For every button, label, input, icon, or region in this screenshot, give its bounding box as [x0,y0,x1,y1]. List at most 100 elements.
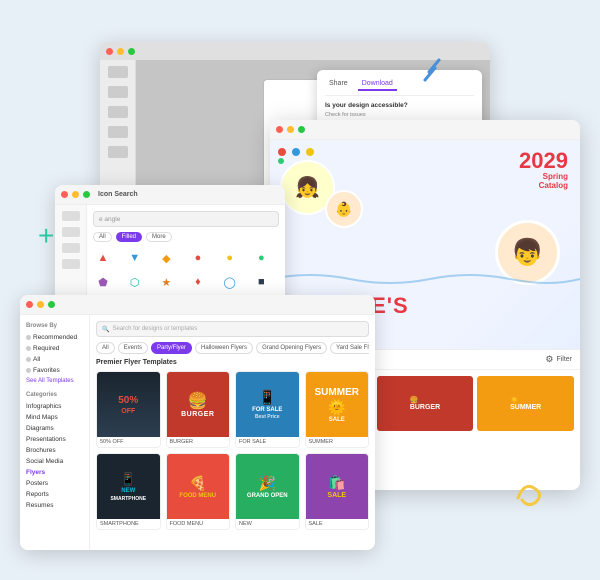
minimize-dot[interactable] [117,48,124,55]
sidebar-item-required[interactable]: Required [26,343,83,354]
sidebar-icon-4 [108,126,128,138]
icon-item[interactable]: ⬡ [125,272,145,292]
sidebar-cat-infographics[interactable]: Infographics [26,401,83,412]
w4-minimize[interactable] [37,301,44,308]
template-label-5: SMARTPHONE [97,519,160,529]
template-card-3[interactable]: 📱 FOR SALE Best Price FOR SALE [235,371,300,448]
icon-item[interactable]: ♦ [188,272,208,292]
template-label-1: 50% OFF [97,437,160,447]
sidebar-icon-2 [108,86,128,98]
filter-more[interactable]: More [146,232,172,242]
icon-item[interactable]: ● [220,248,240,268]
filter-all[interactable]: All [93,232,112,242]
dot-icon [26,346,31,351]
templates-section-title: Premier Flyer Templates [96,359,369,366]
browse-by-label: Browse By [26,323,83,329]
sidebar-cat-posters[interactable]: Posters [26,478,83,489]
decorative-slash [423,58,445,86]
decorative-plus: + [38,220,54,252]
share-tab[interactable]: Share [325,78,352,91]
templates-browser-window: Browse By Recommended Required All Favor… [20,295,375,550]
close-dot[interactable] [106,48,113,55]
preview-card-3[interactable]: ☀️SUMMER [477,376,574,431]
w4-maximize[interactable] [48,301,55,308]
photo-circles: 👧 👶 [280,160,335,215]
search-placeholder: e angle [99,216,120,223]
template-card-1[interactable]: 50% OFF 50% OFF [96,371,161,448]
window4-sidebar: Browse By Recommended Required All Favor… [20,315,90,550]
photo-circle-2: 👶 [325,190,363,228]
template-label-4: SUMMER [306,437,369,447]
sidebar-item-see-all[interactable]: See All Templates [26,376,83,386]
template-card-4[interactable]: SUMMER 🌞 SALE SUMMER [305,371,370,448]
cat-tab-events[interactable]: Events [118,342,148,354]
icon-item[interactable]: ● [251,248,271,268]
icon-item[interactable]: ◯ [220,272,240,292]
cat-tab-all[interactable]: All [96,342,115,354]
templates-grid: 50% OFF 50% OFF 🍔 BURGER BURGER � [96,371,369,530]
w2-close[interactable] [61,191,68,198]
w3-minimize[interactable] [287,126,294,133]
template-card-6[interactable]: 🍕 FOOD MENU FOOD MENU [166,453,231,530]
sidebar-cat-reports[interactable]: Reports [26,489,83,500]
sidebar-cat-resumes[interactable]: Resumes [26,500,83,511]
decor-dot-1 [278,148,286,156]
template-label-8: SALE [306,519,369,529]
sidebar-icon-3 [108,106,128,118]
template-search[interactable]: 🔍 Search for designs or templates [96,321,369,337]
icon-item[interactable]: ■ [251,272,271,292]
icon-item[interactable]: ★ [156,272,176,292]
search-icon: 🔍 [102,326,109,333]
sidebar-item-favorites[interactable]: Favorites [26,365,83,376]
window4-body: Browse By Recommended Required All Favor… [20,315,375,550]
template-label-3: FOR SALE [236,437,299,447]
preview-card-2[interactable]: 🍔BURGER [377,376,474,431]
maximize-dot[interactable] [128,48,135,55]
template-card-2[interactable]: 🍔 BURGER BURGER [166,371,231,448]
search-placeholder: Search for designs or templates [112,326,197,332]
sidebar-cat-mindmaps[interactable]: Mind Maps [26,412,83,423]
icon-item[interactable]: ▼ [125,248,145,268]
template-card-8[interactable]: 🛍️ SALE SALE [305,453,370,530]
sidebar-icon-1 [108,66,128,78]
icon-item[interactable]: ▲ [93,248,113,268]
w2-maximize[interactable] [83,191,90,198]
template-label-7: NEW [236,519,299,529]
filter-filled[interactable]: Filled [116,232,142,242]
icon-item[interactable]: ⬟ [93,272,113,292]
w2-minimize[interactable] [72,191,79,198]
cat-tab-party[interactable]: Party/Flyer [151,342,192,354]
w3-close[interactable] [276,126,283,133]
cat-tab-grand[interactable]: Grand Opening Flyers [256,342,327,354]
sidebar-item-all[interactable]: All [26,354,83,365]
sidebar-cat-diagrams[interactable]: Diagrams [26,423,83,434]
cat-tab-halloween[interactable]: Halloween Flyers [195,342,253,354]
icon-search-bar[interactable]: e angle [93,211,279,227]
filter-label[interactable]: Filter [556,356,572,363]
dot-icon [26,368,31,373]
template-card-5[interactable]: 📱 NEW SMARTPHONE SMARTPHONE [96,453,161,530]
icon-item[interactable]: ◆ [156,248,176,268]
template-card-7[interactable]: 🎉 GRAND OPEN NEW [235,453,300,530]
sidebar-icon-5 [108,146,128,158]
w3-maximize[interactable] [298,126,305,133]
window4-main: 🔍 Search for designs or templates All Ev… [90,315,375,550]
template-label-2: BURGER [167,437,230,447]
window4-titlebar [20,295,375,315]
decor-dot-3 [306,148,314,156]
filter-row: All Filled More [93,232,279,242]
check-text[interactable]: Check for issues [325,112,474,118]
w2-sidebar-icon-1 [62,211,80,221]
cat-tab-yard[interactable]: Yard Sale Flyers [330,342,369,354]
icon-item[interactable]: ● [188,248,208,268]
w4-close[interactable] [26,301,33,308]
sidebar-cat-social[interactable]: Social Media [26,456,83,467]
sidebar-item-recommended[interactable]: Recommended [26,332,83,343]
sidebar-cat-presentations[interactable]: Presentations [26,434,83,445]
w2-sidebar-icon-3 [62,243,80,253]
sidebar-cat-flyers[interactable]: Flyers [26,467,83,478]
catalog-header: 2029 Spring Catalog [519,150,568,190]
sidebar-cat-brochures[interactable]: Brochures [26,445,83,456]
download-tab[interactable]: Download [358,78,397,91]
catalog-season: Spring [519,172,568,181]
